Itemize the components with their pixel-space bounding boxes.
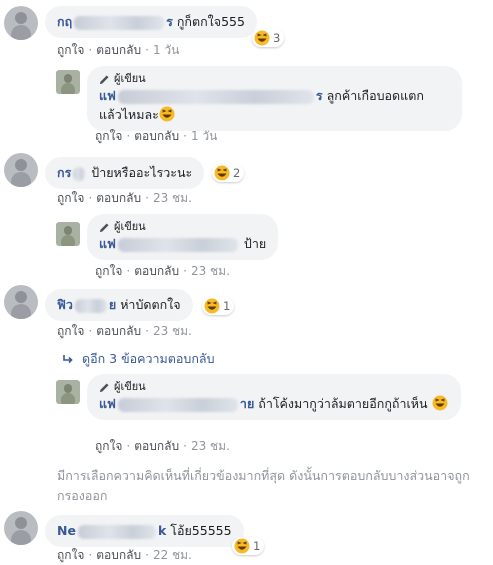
like-link[interactable]: ถูกใจ	[57, 548, 84, 562]
avatar[interactable]	[4, 6, 38, 40]
comment-bubble: Ne k โอ้ย55555	[45, 515, 244, 547]
avatar[interactable]	[56, 380, 80, 404]
timestamp[interactable]: 23 ชม.	[153, 191, 192, 205]
commenter-name[interactable]: กฤร	[57, 14, 173, 30]
commenter-name[interactable]: กร	[57, 165, 87, 181]
reply-link[interactable]: ตอบกลับ	[96, 548, 141, 562]
author-badge: ผู้เขียน	[99, 72, 450, 86]
comment-bubble: ฟิวย ห่าบัดตกใจ	[45, 289, 193, 321]
commenter-name[interactable]: ฟิวย	[57, 297, 116, 313]
filtered-replies-notice: มีการเลือกความคิดเห็นที่เกี่ยวข้องมากที่…	[57, 468, 470, 503]
reply-bubble: ผู้เขียน แฟร ลูกค้าเกือบอดแตก แล้วไหมละ	[87, 66, 462, 131]
like-link[interactable]: ถูกใจ	[57, 43, 84, 57]
commenter-name[interactable]: แฟ	[99, 236, 240, 252]
comment-bubble: กร ป้ายหรืออะไรวะนะ	[45, 157, 205, 189]
laughing-emoji-icon	[234, 538, 250, 554]
reaction-count: 1	[253, 539, 261, 553]
avatar[interactable]	[4, 153, 38, 187]
avatar[interactable]	[56, 70, 80, 94]
timestamp[interactable]: 23 ชม.	[191, 439, 230, 453]
reply-link[interactable]: ตอบกลับ	[96, 43, 141, 57]
comment-text: ป้าย	[243, 236, 267, 251]
comment-text: ป้ายหรืออะไรวะนะ	[91, 165, 193, 180]
comment-text: ห่าบัดตกใจ	[120, 297, 181, 312]
reply-bubble: ผู้เขียน แฟ ป้าย	[87, 214, 279, 260]
like-link[interactable]: ถูกใจ	[95, 264, 122, 278]
avatar[interactable]	[4, 511, 38, 545]
reply-link[interactable]: ตอบกลับ	[96, 191, 141, 205]
comment-text: โอ้ย55555	[170, 523, 232, 538]
author-badge: ผู้เขียน	[99, 220, 266, 234]
reaction-count-badge[interactable]: 1	[232, 537, 265, 555]
like-link[interactable]: ถูกใจ	[57, 191, 84, 205]
like-link[interactable]: ถูกใจ	[95, 129, 122, 143]
reply-link[interactable]: ตอบกลับ	[134, 264, 179, 278]
comment-actions: ถูกใจ · ตอบกลับ · 1 วัน	[95, 129, 218, 143]
laughing-emoji-icon	[204, 298, 220, 314]
commenter-name[interactable]: แฟร	[99, 88, 323, 104]
commenter-name[interactable]: แฟ าย	[99, 396, 254, 412]
timestamp[interactable]: 23 ชม.	[191, 264, 230, 278]
comment-actions: ถูกใจ · ตอบกลับ · 22 ชม.	[57, 548, 192, 562]
timestamp[interactable]: 1 วัน	[153, 43, 179, 57]
pencil-icon	[99, 222, 109, 232]
reaction-count-badge[interactable]: 3	[252, 29, 285, 47]
reaction-count-badge[interactable]: 2	[212, 164, 245, 182]
avatar[interactable]	[4, 285, 38, 319]
pencil-icon	[99, 74, 109, 84]
timestamp[interactable]: 1 วัน	[191, 129, 217, 143]
reply-link[interactable]: ตอบกลับ	[134, 439, 179, 453]
laughing-emoji-icon	[214, 165, 230, 181]
avatar[interactable]	[56, 222, 80, 246]
reaction-count-badge[interactable]: 1	[202, 297, 235, 315]
laughing-emoji-icon	[254, 30, 270, 46]
comment-actions: ถูกใจ · ตอบกลับ · 23 ชม.	[95, 264, 230, 278]
comment-text: ถ้าโค้งมากูว่าล้มตายอีกกูถ้าเห็น	[258, 395, 448, 411]
view-more-replies[interactable]: ดูอีก 3 ข้อความตอบกลับ	[62, 349, 215, 369]
comment-bubble: กฤร กูก็ตกใจ555	[45, 6, 257, 38]
timestamp[interactable]: 23 ชม.	[153, 324, 192, 338]
view-more-replies-label[interactable]: ดูอีก 3 ข้อความตอบกลับ	[82, 349, 215, 369]
reply-arrow-icon	[63, 355, 73, 364]
reply-bubble: ผู้เขียน แฟ าย ถ้าโค้งมากูว่าล้มตายอีกกูถ…	[87, 374, 461, 420]
comment-text: กูก็ตกใจ555	[176, 14, 245, 29]
reaction-count: 2	[233, 166, 241, 180]
author-badge: ผู้เขียน	[99, 380, 449, 394]
commenter-name[interactable]: Ne k	[57, 523, 166, 539]
comment-actions: ถูกใจ · ตอบกลับ · 23 ชม.	[57, 324, 192, 338]
pencil-icon	[99, 382, 109, 392]
laughing-emoji-icon	[432, 395, 448, 411]
comment-actions: ถูกใจ · ตอบกลับ · 23 ชม.	[57, 191, 192, 205]
like-link[interactable]: ถูกใจ	[95, 439, 122, 453]
reaction-count: 1	[223, 299, 231, 313]
reply-link[interactable]: ตอบกลับ	[96, 324, 141, 338]
timestamp[interactable]: 22 ชม.	[153, 548, 192, 562]
laughing-emoji-icon	[159, 106, 175, 122]
comment-actions: ถูกใจ · ตอบกลับ · 23 ชม.	[95, 439, 230, 453]
reaction-count: 3	[273, 31, 281, 45]
like-link[interactable]: ถูกใจ	[57, 324, 84, 338]
reply-link[interactable]: ตอบกลับ	[134, 129, 179, 143]
comment-actions: ถูกใจ · ตอบกลับ · 1 วัน	[57, 43, 180, 57]
